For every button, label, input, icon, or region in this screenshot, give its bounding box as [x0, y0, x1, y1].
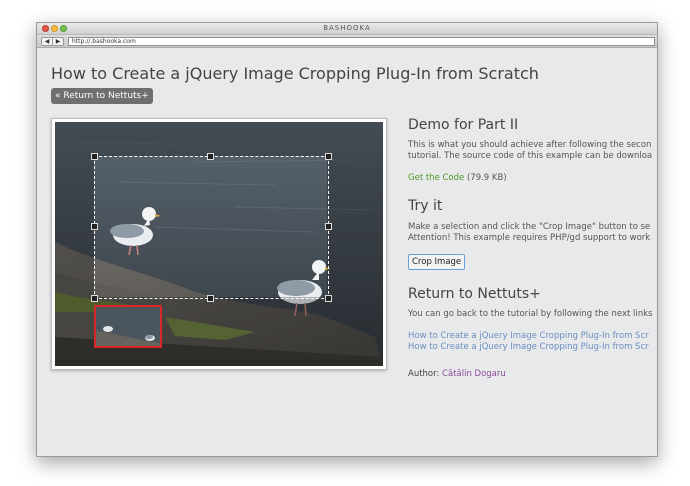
address-bar[interactable]: http://.bashooka.com — [68, 37, 655, 46]
demo-text-line-2: tutorial. The source code of this exampl… — [408, 151, 653, 161]
return-heading: Return to Nettuts+ — [408, 286, 541, 302]
thumbnail-illustration — [96, 307, 160, 346]
crop-preview-thumbnail — [94, 305, 162, 348]
browser-toolbar: ◀ ▶ http://.bashooka.com — [37, 35, 657, 48]
get-code-row: Get the Code (79.9 KB) — [408, 173, 507, 184]
crop-handle-nw[interactable] — [91, 153, 98, 160]
page-title: How to Create a jQuery Image Cropping Pl… — [51, 64, 539, 83]
crop-handle-w[interactable] — [91, 223, 98, 230]
crop-handle-s[interactable] — [207, 295, 214, 302]
window-title: BASHOOKA — [323, 24, 371, 32]
demo-heading: Demo for Part II — [408, 117, 519, 133]
get-code-link[interactable]: Get the Code — [408, 173, 464, 183]
try-text-line-2: Attention! This example requires PHP/gd … — [408, 233, 651, 243]
try-heading: Try it — [408, 198, 443, 214]
author-label: Author: — [408, 369, 443, 379]
crop-selection[interactable] — [91, 153, 332, 302]
tutorial-link-1[interactable]: How to Create a jQuery Image Cropping Pl… — [408, 331, 649, 341]
seagull-photo[interactable] — [55, 122, 383, 366]
tutorial-link-2[interactable]: How to Create a jQuery Image Cropping Pl… — [408, 342, 649, 352]
author-link[interactable]: Cătălin Dogaru — [442, 369, 506, 379]
image-frame — [51, 118, 387, 370]
code-size: (79.9 KB) — [464, 173, 507, 183]
return-button[interactable]: « Return to Nettuts+ — [51, 88, 153, 104]
crop-handle-n[interactable] — [207, 153, 214, 160]
crop-handle-se[interactable] — [325, 295, 332, 302]
return-text: You can go back to the tutorial by follo… — [408, 309, 653, 319]
forward-button[interactable]: ▶ — [52, 37, 64, 46]
demo-text-line-1: This is what you should achieve after fo… — [408, 140, 652, 150]
try-text-line-1: Make a selection and click the "Crop Ima… — [408, 222, 651, 232]
title-bar: BASHOOKA — [37, 23, 657, 35]
author-line: Author: Cătălin Dogaru — [408, 369, 506, 379]
crop-handle-ne[interactable] — [325, 153, 332, 160]
crop-handle-e[interactable] — [325, 223, 332, 230]
crop-handle-sw[interactable] — [91, 295, 98, 302]
page-content: How to Create a jQuery Image Cropping Pl… — [37, 48, 657, 456]
browser-window: BASHOOKA ◀ ▶ http://.bashooka.com How to… — [36, 22, 658, 457]
crop-image-button[interactable]: Crop Image — [408, 254, 466, 270]
